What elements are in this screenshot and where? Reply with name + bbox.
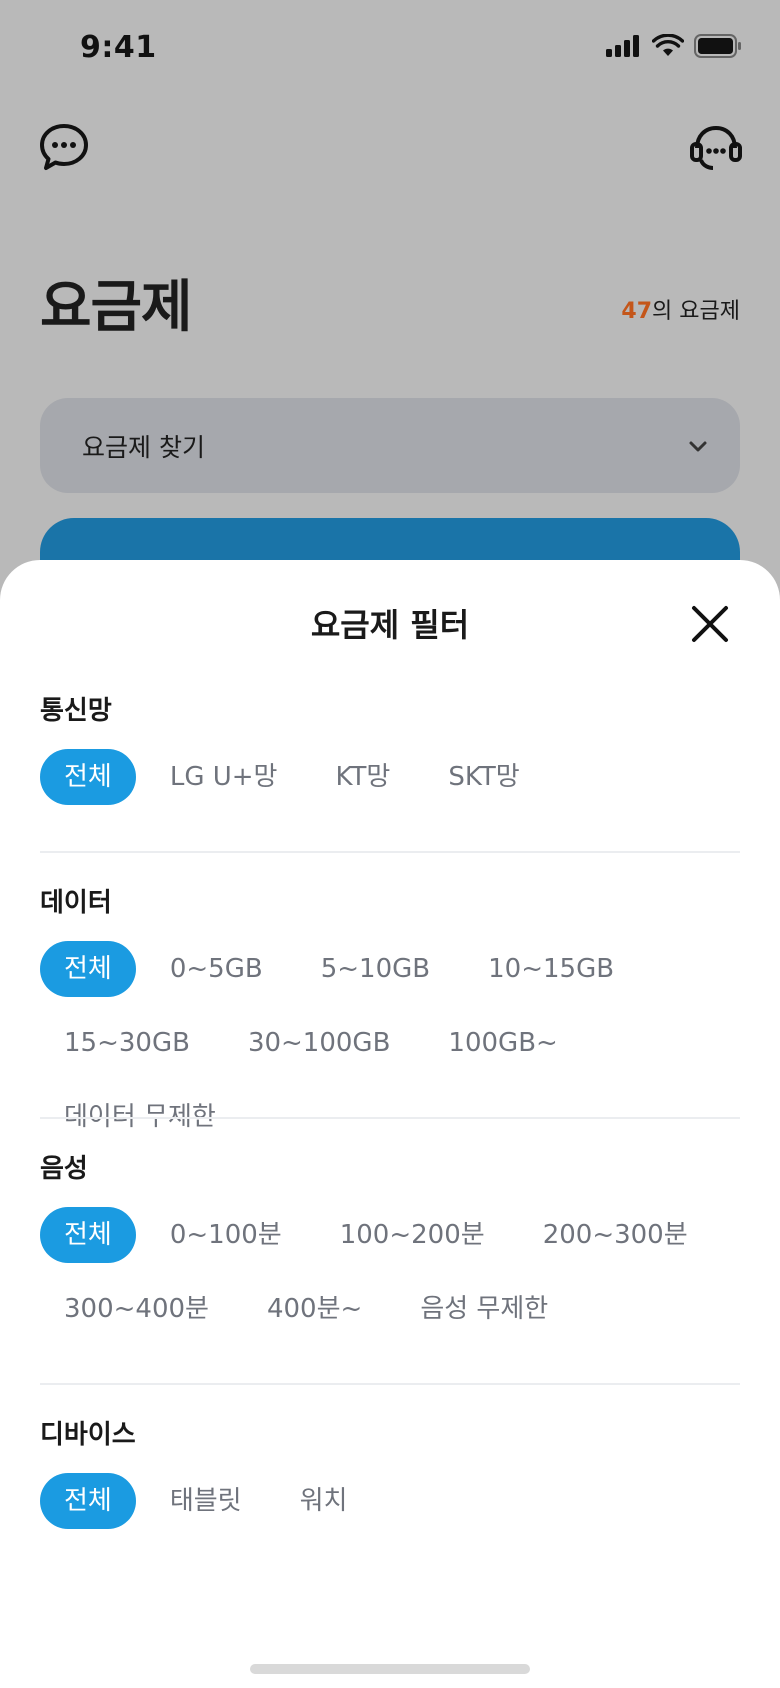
- filter-chip[interactable]: 0~100분: [146, 1207, 306, 1263]
- filter-chip[interactable]: 10~15GB: [464, 941, 638, 997]
- filter-chip[interactable]: 워치: [276, 1473, 372, 1529]
- chat-bubble-icon[interactable]: [36, 120, 92, 176]
- filter-chip[interactable]: 100GB~: [424, 1015, 581, 1071]
- battery-icon: [694, 34, 741, 58]
- chip-group: 전체 LG U+망 KT망 SKT망: [40, 749, 740, 805]
- filter-chip-selected[interactable]: 전체: [40, 749, 136, 805]
- plan-count: 47의 요금제: [621, 293, 740, 325]
- section-title: 통신망: [40, 696, 112, 726]
- chip-group: 전체 0~100분 100~200분 200~300분 300~400분 400…: [40, 1207, 740, 1337]
- page-title: 요금제: [40, 275, 193, 340]
- filter-chip-selected[interactable]: 전체: [40, 1207, 136, 1263]
- sheet-title: 요금제 필터: [310, 606, 470, 644]
- filter-chip[interactable]: LG U+망: [146, 749, 302, 805]
- headset-support-icon[interactable]: [688, 120, 744, 176]
- status-time: 9:41: [80, 30, 157, 65]
- filter-chip[interactable]: KT망: [311, 749, 414, 805]
- filter-chip[interactable]: 100~200분: [316, 1207, 509, 1263]
- close-icon: [692, 606, 728, 642]
- divider: [40, 851, 740, 853]
- filter-chip[interactable]: 300~400분: [40, 1281, 233, 1337]
- filter-chip[interactable]: 30~100GB: [224, 1015, 414, 1071]
- filter-chip[interactable]: SKT망: [424, 749, 543, 805]
- filter-section-network: 통신망 전체 LG U+망 KT망 SKT망: [40, 690, 740, 805]
- filter-chip[interactable]: 5~10GB: [297, 941, 454, 997]
- chevron-down-icon: [689, 441, 707, 451]
- filter-chip-selected[interactable]: 전체: [40, 941, 136, 997]
- filter-chip-selected[interactable]: 전체: [40, 1473, 136, 1529]
- section-title: 데이터: [40, 888, 112, 918]
- plan-count-number: 47: [621, 299, 653, 324]
- chip-group: 전체 0~5GB 5~10GB 10~15GB 15~30GB 30~100GB…: [40, 941, 740, 1145]
- filter-chip[interactable]: 15~30GB: [40, 1015, 214, 1071]
- plan-count-suffix: 의 요금제: [652, 299, 740, 324]
- home-indicator: [250, 1664, 530, 1674]
- section-title: 음성: [40, 1154, 88, 1184]
- filter-bottom-sheet: 요금제 필터 통신망 전체 LG U+망 KT망 SKT망 데이터 전체 0~5…: [0, 560, 780, 1688]
- filter-chip[interactable]: 400분~: [243, 1281, 386, 1337]
- plan-search-label: 요금제 찾기: [82, 432, 205, 462]
- divider: [40, 1383, 740, 1385]
- section-title: 디바이스: [40, 1420, 136, 1450]
- filter-chip[interactable]: 태블릿: [146, 1473, 266, 1529]
- filter-chip[interactable]: 0~5GB: [146, 941, 287, 997]
- divider: [40, 1117, 740, 1119]
- filter-chip[interactable]: 음성 무제한: [396, 1281, 572, 1337]
- cellular-signal-icon: [606, 35, 639, 57]
- status-bar: 9:41: [0, 0, 780, 100]
- filter-section-voice: 음성 전체 0~100분 100~200분 200~300분 300~400분 …: [40, 1148, 740, 1337]
- status-icons: [606, 34, 742, 58]
- plan-search-dropdown[interactable]: 요금제 찾기: [40, 398, 740, 493]
- wifi-icon: [652, 34, 684, 56]
- close-button[interactable]: [690, 604, 730, 644]
- filter-chip[interactable]: 200~300분: [519, 1207, 712, 1263]
- filter-section-device: 디바이스 전체 태블릿 워치: [40, 1414, 740, 1529]
- chip-group: 전체 태블릿 워치: [40, 1473, 740, 1529]
- filter-section-data: 데이터 전체 0~5GB 5~10GB 10~15GB 15~30GB 30~1…: [40, 882, 740, 1145]
